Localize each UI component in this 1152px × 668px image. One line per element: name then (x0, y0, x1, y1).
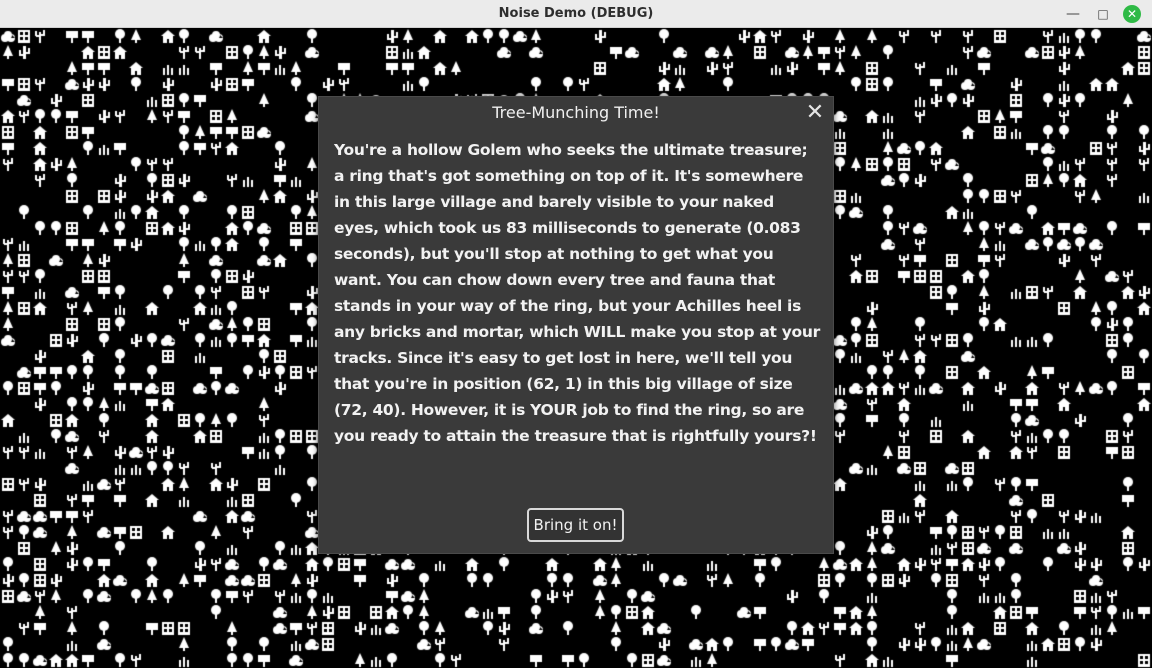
maximize-icon[interactable]: □ (1094, 5, 1112, 23)
window-titlebar: Noise Demo (DEBUG) — □ ✕ (0, 0, 1152, 28)
dialog-close-icon[interactable]: ✕ (804, 102, 826, 124)
minimize-icon[interactable]: — (1064, 5, 1082, 23)
intro-dialog: Tree-Munching Time! ✕ You're a hollow Go… (318, 96, 834, 554)
bring-it-on-button[interactable]: Bring it on! (527, 508, 624, 542)
window-title: Noise Demo (DEBUG) (498, 6, 654, 21)
close-icon[interactable]: ✕ (1123, 5, 1141, 23)
dialog-title: Tree-Munching Time! (492, 103, 660, 122)
dialog-message: You're a hollow Golem who seeks the ulti… (334, 141, 820, 445)
